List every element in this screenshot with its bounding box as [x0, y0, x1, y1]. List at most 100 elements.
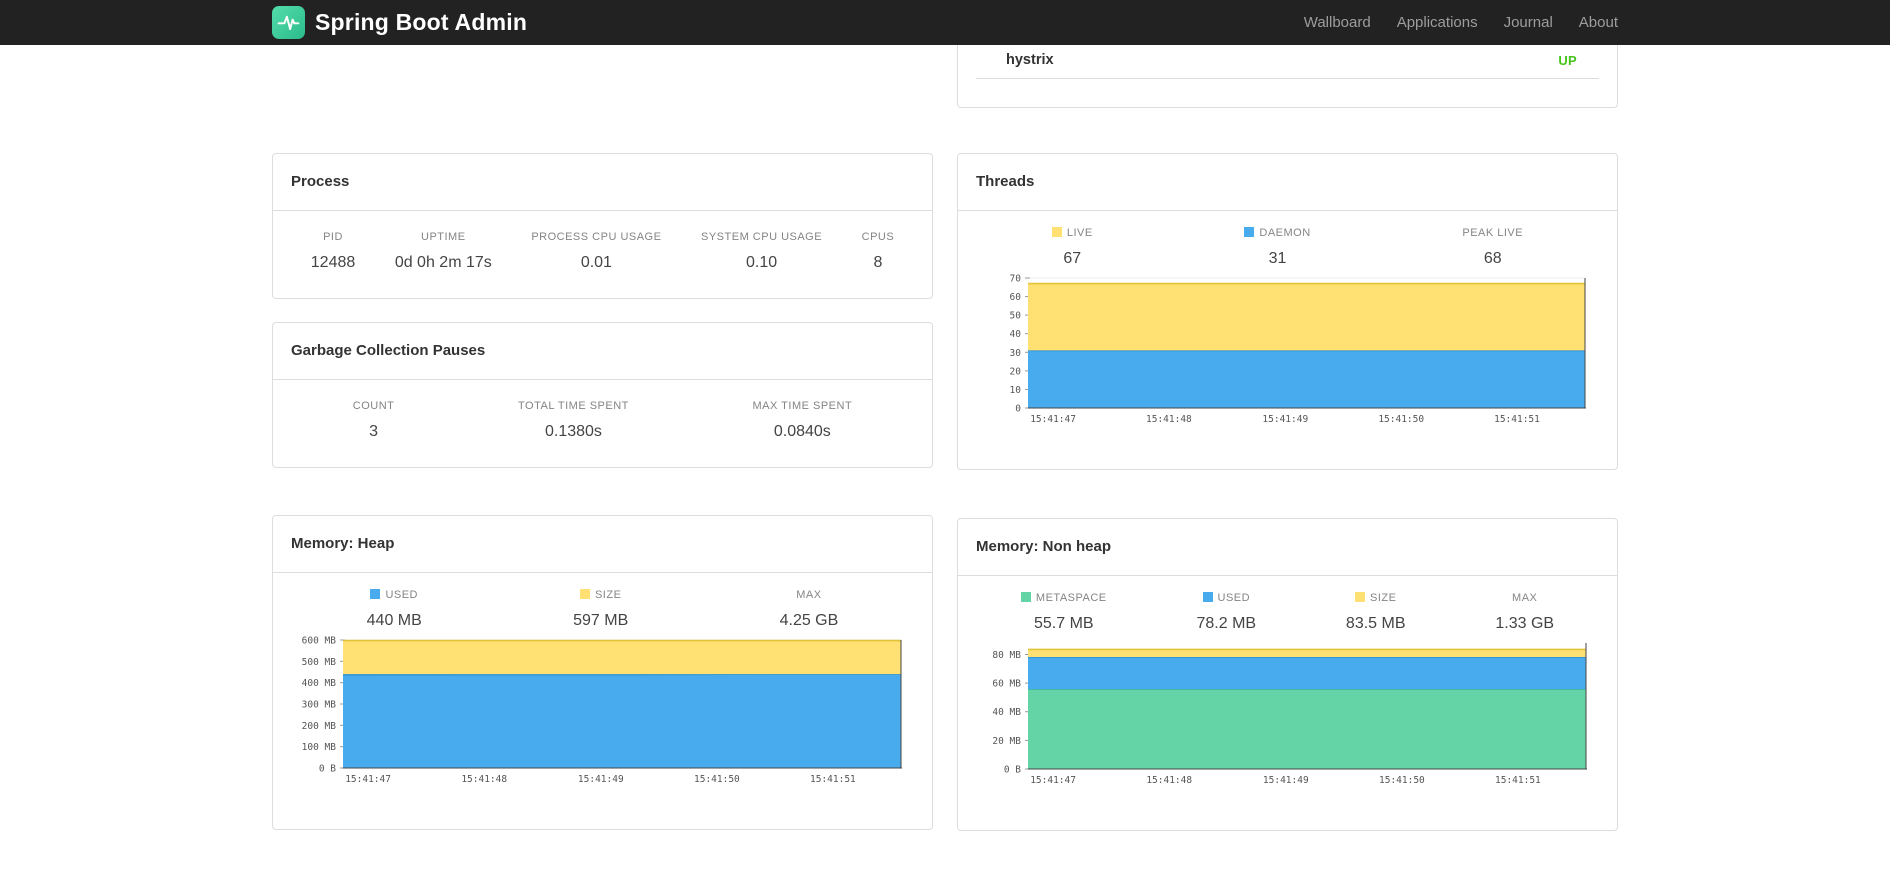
legend-label: PEAK LIVE	[1462, 227, 1524, 239]
memory-heap-legend: USED 440 MB SIZE 597 MB MAX 4.25 GB	[273, 573, 932, 630]
svg-text:20: 20	[1010, 366, 1022, 377]
svg-text:30: 30	[1010, 348, 1022, 359]
used-swatch-icon	[370, 589, 381, 599]
svg-text:500 MB: 500 MB	[302, 657, 337, 668]
legend-label: LIVE	[1051, 227, 1093, 240]
svg-text:15:41:51: 15:41:51	[1495, 775, 1541, 786]
nav-item-about[interactable]: About	[1579, 14, 1618, 31]
legend-value: 4.25 GB	[779, 612, 839, 629]
threads-chart-svg: 0 10 20 30 40 50 60 70 15:41:47 15:41:48 15:41:49 1…	[1010, 274, 1586, 425]
metric-value: 8	[873, 254, 883, 271]
brand-link[interactable]: Spring Boot Admin	[272, 6, 527, 39]
metric-gc-total-time: TOTAL TIME SPENT 0.1380s	[518, 400, 629, 441]
legend-label: MAX	[796, 589, 822, 601]
navbar-links: Wallboard Applications Journal About	[1304, 14, 1618, 31]
threads-panel: Threads LIVE 67 DAEMON 31 PEAK LIVE 68 0…	[957, 153, 1618, 470]
metric-value: 0.01	[580, 254, 612, 271]
legend-label: MAX	[1512, 592, 1538, 604]
svg-text:60 MB: 60 MB	[992, 679, 1021, 690]
memory-heap-panel: Memory: Heap USED 440 MB SIZE 597 MB MAX	[272, 515, 933, 830]
legend-value: 78.2 MB	[1196, 615, 1257, 632]
live-swatch-icon	[1051, 227, 1062, 237]
process-metrics: PID 12488 UPTIME 0d 0h 2m 17s PROCESS CP…	[273, 211, 932, 298]
legend-item-max: MAX 4.25 GB	[780, 589, 839, 630]
legend-item-size: SIZE 83.5 MB	[1346, 592, 1406, 633]
threads-legend: LIVE 67 DAEMON 31 PEAK LIVE 68	[958, 211, 1617, 268]
metric-cpus: CPUS 8	[862, 231, 895, 272]
process-panel: Process PID 12488 UPTIME 0d 0h 2m 17s PR…	[272, 153, 933, 299]
metric-label: MAX TIME SPENT	[752, 400, 853, 412]
brand-title: Spring Boot Admin	[315, 9, 528, 35]
svg-text:15:41:48: 15:41:48	[461, 774, 507, 785]
svg-text:40 MB: 40 MB	[992, 707, 1021, 718]
metric-label: PROCESS CPU USAGE	[531, 231, 662, 243]
svg-text:300 MB: 300 MB	[302, 700, 337, 711]
svg-text:15:41:47: 15:41:47	[1030, 414, 1076, 425]
metric-gc-max-time: MAX TIME SPENT 0.0840s	[752, 400, 852, 441]
metric-label: SYSTEM CPU USAGE	[701, 231, 823, 243]
memory-heap-panel-title: Memory: Heap	[273, 516, 932, 573]
health-service-name: hystrix	[1006, 52, 1054, 68]
svg-text:10: 10	[1010, 385, 1022, 396]
legend-item-max: MAX 1.33 GB	[1495, 592, 1554, 633]
svg-text:0: 0	[1015, 404, 1021, 415]
memory-heap-chart: 0 B 100 MB 200 MB 300 MB 400 MB 500 MB 600 MB 1…	[273, 630, 932, 829]
process-panel-title: Process	[273, 154, 932, 211]
metric-label: COUNT	[352, 400, 395, 412]
gc-pauses-panel: Garbage Collection Pauses COUNT 3 TOTAL …	[272, 322, 933, 468]
legend-label: USED	[367, 589, 422, 602]
legend-value: 31	[1268, 250, 1287, 267]
legend-value: 68	[1483, 250, 1502, 267]
legend-item-size: SIZE 597 MB	[573, 589, 628, 630]
legend-value: 1.33 GB	[1495, 615, 1555, 632]
svg-text:50: 50	[1010, 311, 1022, 322]
health-row-hystrix: hystrix UP	[976, 45, 1599, 79]
size-swatch-icon	[579, 589, 590, 599]
size-swatch-icon	[1354, 592, 1365, 602]
spring-boot-admin-logo-icon	[272, 6, 305, 39]
svg-text:600 MB: 600 MB	[302, 636, 337, 647]
svg-text:40: 40	[1010, 329, 1022, 340]
svg-text:80 MB: 80 MB	[992, 650, 1021, 661]
metric-value: 0.10	[745, 254, 778, 271]
right-column: hystrix UP Threads LIVE 67 DAEMON 31 PEA…	[957, 45, 1618, 831]
status-badge: UP	[1558, 52, 1577, 68]
memory-nonheap-panel-title: Memory: Non heap	[958, 519, 1617, 576]
legend-item-daemon: DAEMON 31	[1244, 227, 1310, 268]
legend-item-peak-live: PEAK LIVE 68	[1462, 227, 1523, 268]
legend-value: 440 MB	[366, 612, 422, 629]
heap-chart-svg: 0 B 100 MB 200 MB 300 MB 400 MB 500 MB 600 MB 1…	[302, 636, 902, 785]
svg-text:15:41:47: 15:41:47	[345, 774, 391, 785]
health-panel-spacer	[976, 79, 1599, 107]
svg-text:15:41:49: 15:41:49	[1262, 414, 1308, 425]
metric-label: UPTIME	[421, 231, 466, 243]
svg-text:15:41:51: 15:41:51	[1494, 414, 1540, 425]
memory-nonheap-panel: Memory: Non heap METASPACE 55.7 MB USED …	[957, 518, 1618, 831]
svg-text:15:41:47: 15:41:47	[1030, 775, 1076, 786]
svg-text:200 MB: 200 MB	[302, 721, 337, 732]
svg-text:15:41:50: 15:41:50	[694, 774, 740, 785]
legend-value: 67	[1063, 250, 1082, 267]
svg-text:0 B: 0 B	[319, 764, 336, 775]
metric-value: 3	[369, 423, 379, 440]
metric-process-cpu-usage: PROCESS CPU USAGE 0.01	[531, 231, 661, 272]
svg-text:20 MB: 20 MB	[992, 736, 1021, 747]
nav-item-journal[interactable]: Journal	[1504, 14, 1553, 31]
svg-text:15:41:49: 15:41:49	[1263, 775, 1309, 786]
legend-value: 83.5 MB	[1345, 615, 1406, 632]
legend-value: 597 MB	[573, 612, 629, 629]
daemon-swatch-icon	[1244, 227, 1255, 237]
nav-item-wallboard[interactable]: Wallboard	[1304, 14, 1371, 31]
svg-text:15:41:50: 15:41:50	[1378, 414, 1424, 425]
metric-label: TOTAL TIME SPENT	[518, 400, 629, 412]
metric-pid: PID 12488	[311, 231, 356, 272]
metric-value: 0.1380s	[544, 423, 602, 440]
memory-nonheap-legend: METASPACE 55.7 MB USED 78.2 MB SIZE 83.5…	[958, 576, 1617, 633]
nav-item-applications[interactable]: Applications	[1397, 14, 1478, 31]
legend-label: SIZE	[573, 589, 628, 602]
legend-label: SIZE	[1346, 592, 1406, 605]
legend-item-metaspace: METASPACE 55.7 MB	[1020, 592, 1107, 633]
metric-system-cpu-usage: SYSTEM CPU USAGE 0.10	[701, 231, 822, 272]
legend-value: 55.7 MB	[1033, 615, 1094, 632]
svg-text:400 MB: 400 MB	[302, 678, 337, 689]
